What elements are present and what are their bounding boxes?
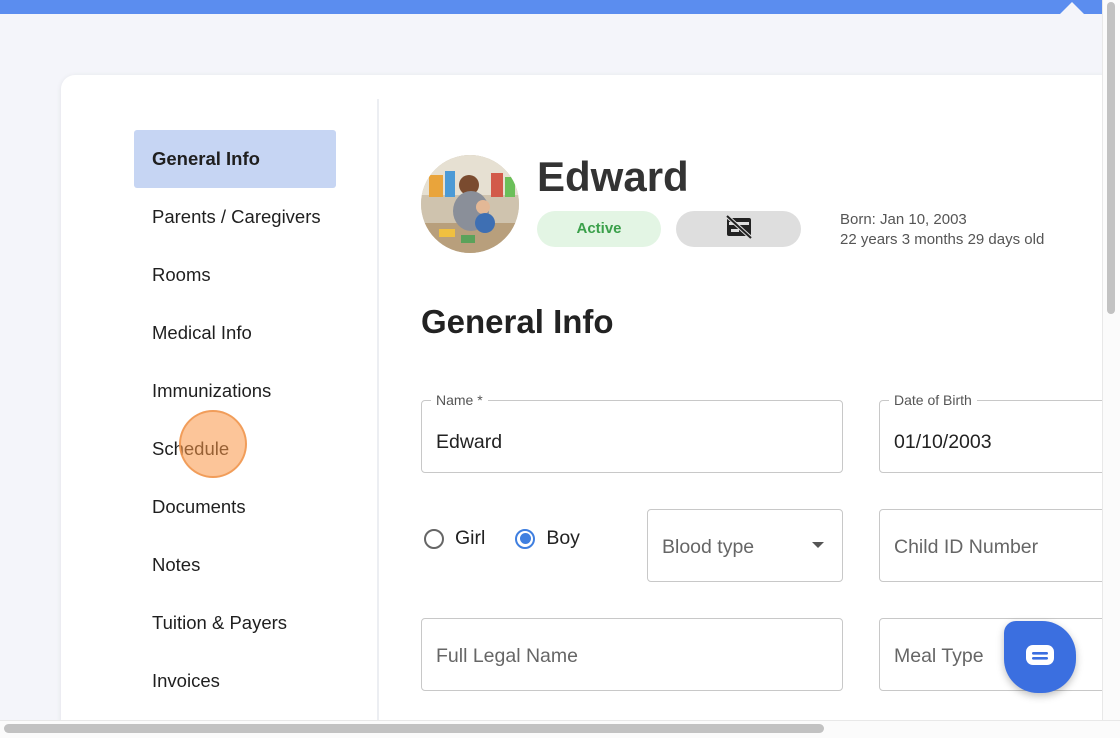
horizontal-scrollbar-thumb[interactable]: [4, 724, 824, 733]
blood-type-placeholder: Blood type: [662, 536, 755, 558]
sidebar-item-notes[interactable]: Notes: [134, 536, 336, 594]
sidebar-item-tuition-payers[interactable]: Tuition & Payers: [134, 594, 336, 652]
chevron-down-icon: [812, 542, 824, 548]
top-bar: [0, 0, 1102, 14]
sidebar-divider: [377, 99, 379, 725]
age-text: 22 years 3 months 29 days old: [840, 231, 1045, 248]
sidebar-item-parents-caregivers[interactable]: Parents / Caregivers: [134, 188, 336, 246]
meal-type-field[interactable]: Meal Type: [879, 618, 1120, 691]
topbar-notch: [1060, 2, 1084, 14]
date-of-birth-label: Date of Birth: [889, 392, 977, 408]
sidebar-item-immunizations[interactable]: Immunizations: [134, 362, 336, 420]
born-date: Born: Jan 10, 2003: [840, 211, 967, 228]
child-id-field[interactable]: Child ID Number: [879, 509, 1120, 582]
date-of-birth-value[interactable]: 01/10/2003: [894, 431, 992, 454]
gender-boy-option[interactable]: Boy: [515, 527, 580, 550]
sidebar-item-rooms[interactable]: Rooms: [134, 246, 336, 304]
birth-info: Born: Jan 10, 2003 22 years 3 months 29 …: [840, 210, 1044, 250]
name-field-label: Name *: [431, 392, 488, 408]
sidebar-item-general-info[interactable]: General Info: [134, 130, 336, 188]
name-field[interactable]: Name * Edward: [421, 392, 843, 473]
section-title: General Info: [421, 303, 614, 340]
chat-button[interactable]: [1004, 621, 1076, 693]
avatar[interactable]: [421, 155, 519, 253]
status-badge[interactable]: Active: [537, 211, 661, 247]
chat-icon: [1025, 644, 1055, 671]
vertical-scrollbar-thumb[interactable]: [1107, 2, 1115, 314]
profile-sidebar: General Info Parents / Caregivers Rooms …: [134, 130, 336, 710]
child-id-placeholder: Child ID Number: [894, 536, 1039, 558]
radio-girl-label[interactable]: Girl: [455, 527, 485, 550]
full-legal-name-placeholder: Full Legal Name: [436, 645, 578, 667]
radio-boy[interactable]: [515, 528, 536, 549]
full-legal-name-field[interactable]: Full Legal Name: [421, 618, 843, 691]
sidebar-item-documents[interactable]: Documents: [134, 478, 336, 536]
blood-type-select[interactable]: Blood type: [647, 509, 843, 582]
gender-radio-group: Girl Boy: [424, 527, 610, 550]
sidebar-item-schedule[interactable]: Schedule: [134, 420, 336, 478]
no-card-icon: [725, 214, 753, 244]
child-profile-card: General Info Parents / Caregivers Rooms …: [61, 75, 1120, 725]
gender-girl-option[interactable]: Girl: [424, 527, 485, 550]
sidebar-item-medical-info[interactable]: Medical Info: [134, 304, 336, 362]
sidebar-item-invoices[interactable]: Invoices: [134, 652, 336, 710]
radio-boy-label[interactable]: Boy: [546, 527, 580, 550]
radio-girl[interactable]: [424, 528, 444, 549]
card-status-button[interactable]: [676, 211, 801, 247]
date-of-birth-field[interactable]: Date of Birth 01/10/2003: [879, 392, 1120, 473]
child-name: Edward: [537, 153, 689, 200]
name-field-value[interactable]: Edward: [436, 431, 502, 454]
meal-type-placeholder: Meal Type: [894, 645, 984, 667]
